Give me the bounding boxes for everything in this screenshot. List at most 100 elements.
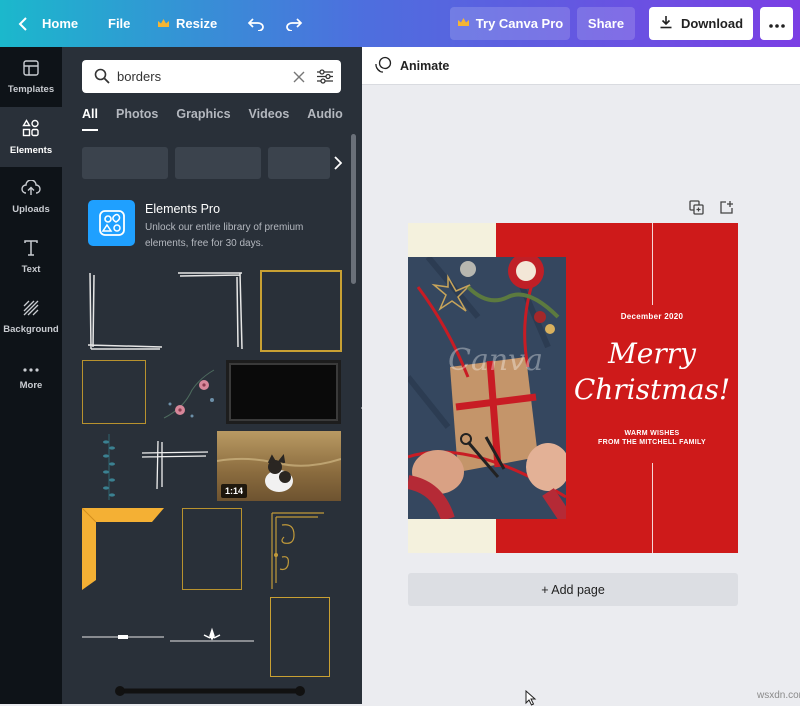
download-icon xyxy=(659,15,673,32)
home-label: Home xyxy=(42,16,79,31)
rail-item-templates[interactable]: Templates xyxy=(0,47,62,107)
rail-label: Text xyxy=(21,263,41,275)
grunge-corner-element[interactable] xyxy=(174,269,246,353)
redo-icon xyxy=(285,17,303,31)
design-subtext-1[interactable]: WARM WISHES xyxy=(566,430,738,437)
leaf-vine-element[interactable] xyxy=(100,432,118,502)
tab-videos[interactable]: Videos xyxy=(249,107,290,131)
vertical-divider xyxy=(652,223,653,305)
rail-item-background[interactable]: Background xyxy=(0,287,62,347)
floral-corner-element[interactable] xyxy=(156,360,222,424)
file-label: File xyxy=(108,16,131,31)
elements-panel: All Photos Graphics Videos Audio Element… xyxy=(62,47,362,704)
design-date-text[interactable]: December 2020 xyxy=(566,312,738,321)
download-button[interactable]: Download xyxy=(649,7,753,40)
resize-button[interactable]: Resize xyxy=(157,0,217,47)
dog-video-element[interactable]: 1:14 xyxy=(217,431,341,501)
promo-description: Unlock our entire library of premium ele… xyxy=(145,222,304,249)
redo-button[interactable] xyxy=(285,0,303,47)
download-label: Download xyxy=(680,16,744,31)
try-canva-pro-button[interactable]: Try Canva Pro xyxy=(450,7,570,40)
animate-label: Animate xyxy=(400,59,450,73)
try-pro-label: Try Canva Pro xyxy=(475,16,564,31)
crossed-lines-element[interactable] xyxy=(140,439,210,491)
suggestion-chip[interactable] xyxy=(268,147,330,179)
chevron-right-icon[interactable] xyxy=(333,156,343,175)
add-page-label: + Add page xyxy=(541,582,605,597)
home-button[interactable]: Home xyxy=(18,0,78,47)
rail-item-elements[interactable]: Elements xyxy=(0,107,62,167)
vertical-divider xyxy=(652,463,653,553)
ornate-corner-element[interactable] xyxy=(268,507,326,591)
design-script-merry[interactable]: Merry xyxy=(566,337,738,370)
file-menu[interactable]: File xyxy=(108,0,130,47)
rail-label: Templates xyxy=(7,83,55,95)
text-icon xyxy=(23,239,39,259)
more-dots-icon xyxy=(23,364,39,375)
design-subtext-2[interactable]: FROM THE MITCHELL FAMILY xyxy=(566,439,738,446)
search-icon xyxy=(94,68,110,89)
ornament-divider-element[interactable] xyxy=(170,627,254,645)
design-script-christmas[interactable]: Christmas! xyxy=(566,373,738,406)
rail-item-text[interactable]: Text xyxy=(0,227,62,287)
rail-label: More xyxy=(19,379,43,391)
more-options-button[interactable] xyxy=(760,7,793,40)
animate-button[interactable]: Animate xyxy=(374,47,449,85)
crown-icon xyxy=(457,16,470,31)
video-duration-badge: 1:14 xyxy=(221,484,248,498)
rail-label: Background xyxy=(3,323,59,335)
tab-graphics[interactable]: Graphics xyxy=(176,107,230,131)
promo-title[interactable]: Elements Pro xyxy=(145,202,220,216)
suggestion-chip[interactable] xyxy=(82,147,168,179)
suggestion-chip[interactable] xyxy=(175,147,261,179)
search-input[interactable] xyxy=(117,60,277,93)
rail-item-more[interactable]: More xyxy=(0,347,62,407)
share-button[interactable]: Share xyxy=(577,7,635,40)
category-tabs: All Photos Graphics Videos Audio xyxy=(82,107,361,131)
upload-cloud-icon xyxy=(21,178,41,199)
black-frame-element[interactable] xyxy=(226,360,341,424)
gift-wrapping-photo[interactable]: Canva xyxy=(408,257,566,519)
add-page-button[interactable]: + Add page xyxy=(408,573,738,606)
resize-label: Resize xyxy=(176,16,218,31)
templates-icon xyxy=(23,59,39,79)
tab-photos[interactable]: Photos xyxy=(116,107,158,131)
ornate-black-frame-element[interactable] xyxy=(110,683,310,704)
filter-icon[interactable] xyxy=(317,69,333,89)
tab-all[interactable]: All xyxy=(82,107,98,131)
rail-item-uploads[interactable]: Uploads xyxy=(0,167,62,227)
add-page-icon[interactable] xyxy=(719,200,734,220)
divider-line-element[interactable] xyxy=(82,632,164,642)
tab-audio[interactable]: Audio xyxy=(307,107,342,131)
canva-watermark: Canva xyxy=(448,343,543,378)
gold-frame-small-element[interactable] xyxy=(270,597,330,677)
animate-toolbar: Animate xyxy=(362,47,800,85)
top-bar: Home File Resize Try Canva Pro Share Dow… xyxy=(0,0,800,47)
panel-scrollbar[interactable] xyxy=(351,134,356,284)
clear-icon[interactable] xyxy=(293,70,305,88)
animate-icon xyxy=(374,56,392,77)
grunge-border-element[interactable] xyxy=(82,269,164,353)
share-label: Share xyxy=(587,16,625,31)
more-dots-icon xyxy=(768,15,785,33)
site-watermark: wsxdn.com xyxy=(757,690,800,701)
tall-gold-frame-element[interactable] xyxy=(182,508,242,590)
rail-label: Elements xyxy=(9,144,53,156)
thin-gold-frame-element[interactable] xyxy=(82,360,146,424)
gold-corner-element[interactable] xyxy=(82,508,164,590)
elements-pro-icon[interactable] xyxy=(88,200,135,246)
crown-icon xyxy=(157,18,170,29)
undo-button[interactable] xyxy=(247,0,265,47)
search-box[interactable] xyxy=(82,60,341,93)
canvas-area: Animate Canva December 2020 Merry Christ… xyxy=(362,47,800,706)
elements-icon xyxy=(22,118,40,140)
chevron-left-icon xyxy=(18,16,28,31)
rail-label: Uploads xyxy=(12,203,50,215)
duplicate-page-icon[interactable] xyxy=(689,200,704,220)
gold-frame-element[interactable] xyxy=(260,270,342,352)
side-rail: Templates Elements Uploads Text Backgrou… xyxy=(0,47,62,704)
background-icon xyxy=(23,300,39,319)
undo-icon xyxy=(247,17,265,31)
gift-photo-image xyxy=(408,257,566,519)
christmas-card-design[interactable]: Canva December 2020 Merry Christmas! WAR… xyxy=(408,223,738,553)
